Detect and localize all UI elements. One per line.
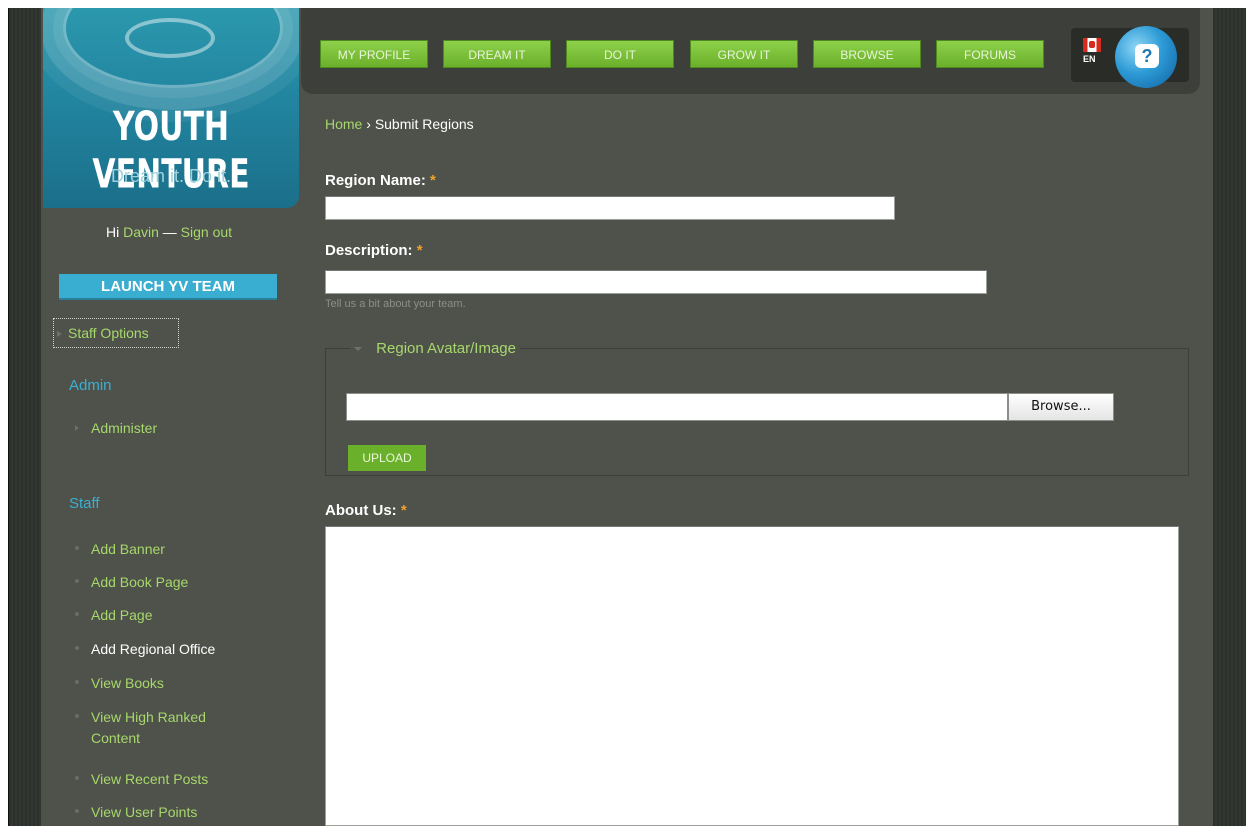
about-us-label-text: About Us: (325, 502, 397, 519)
browse-button[interactable]: Browse... (1008, 393, 1114, 421)
bullet-icon (75, 612, 79, 616)
breadcrumb: Home › Submit Regions (325, 116, 474, 132)
required-mark: * (400, 502, 407, 519)
sidebar-item-view-high-ranked-cont[interactable]: Content (91, 730, 140, 747)
sidebar-item-add-regional-office[interactable]: Add Regional Office (91, 641, 215, 658)
description-input[interactable] (325, 270, 987, 294)
nav-grow-it[interactable]: GROW IT (690, 40, 798, 68)
greeting-separator: — (162, 224, 177, 240)
upload-button[interactable]: UPLOAD (348, 445, 426, 471)
region-name-label: Region Name: * (325, 172, 436, 189)
bullet-icon (75, 579, 79, 583)
bullet-icon (75, 776, 79, 780)
sidebar-item-add-banner[interactable]: Add Banner (91, 541, 165, 558)
description-label: Description: * (325, 242, 423, 259)
globe-help-icon[interactable]: ? (1115, 26, 1177, 88)
required-mark: * (416, 242, 423, 259)
bullet-icon (75, 714, 79, 718)
staff-options-toggle[interactable]: Staff Options (53, 318, 179, 348)
sidebar-item-view-recent-posts[interactable]: View Recent Posts (91, 771, 208, 788)
breadcrumb-home-link[interactable]: Home (325, 116, 362, 132)
expand-triangle-icon (354, 347, 362, 352)
sidebar-item-administer[interactable]: Administer (91, 420, 157, 437)
breadcrumb-current: Submit Regions (374, 116, 474, 132)
staff-options-label: Staff Options (68, 325, 149, 341)
nav-browse[interactable]: BROWSE (813, 40, 921, 68)
bullet-icon (75, 646, 79, 650)
canada-flag-icon[interactable] (1083, 38, 1101, 52)
sidebar-item-add-page[interactable]: Add Page (91, 607, 153, 624)
nav-dream-it[interactable]: DREAM IT (443, 40, 551, 68)
breadcrumb-separator: › (366, 116, 371, 132)
avatar-legend-text: Region Avatar/Image (376, 340, 516, 357)
avatar-legend[interactable]: Region Avatar/Image (350, 340, 520, 357)
about-us-label: About Us: * (325, 502, 407, 519)
avatar-file-input[interactable] (346, 393, 1008, 421)
nav-forums[interactable]: FORUMS (936, 40, 1044, 68)
help-question-icon: ? (1135, 44, 1159, 68)
bullet-icon (75, 809, 79, 813)
nav-do-it[interactable]: DO IT (566, 40, 674, 68)
page-container: YOUTH VENTURE Dream it. Do it. Hi Davin … (41, 8, 1213, 826)
staff-section-title: Staff (69, 495, 100, 512)
sidebar-item-view-high-ranked[interactable]: View High Ranked (91, 709, 206, 726)
collapse-triangle-icon (57, 331, 62, 337)
user-greeting: Hi Davin — Sign out (41, 224, 297, 240)
nav-my-profile[interactable]: MY PROFILE (320, 40, 428, 68)
top-navigation: MY PROFILE DREAM IT DO IT GROW IT BROWSE… (301, 8, 1200, 94)
region-name-input[interactable] (325, 196, 895, 220)
greeting-text: Hi (105, 224, 120, 240)
logo-ripple-center-icon (125, 18, 215, 58)
bullet-icon (75, 680, 79, 684)
bullet-icon (75, 546, 79, 550)
required-mark: * (430, 172, 436, 189)
description-label-text: Description: (325, 242, 413, 259)
username-link[interactable]: Davin (123, 224, 159, 240)
launch-team-button[interactable]: LAUNCH YV TEAM (59, 274, 277, 300)
site-logo[interactable]: YOUTH VENTURE Dream it. Do it. (43, 8, 299, 208)
about-us-textarea[interactable] (325, 526, 1179, 826)
arrow-bullet-icon (75, 425, 79, 431)
region-avatar-fieldset: Region Avatar/Image Browse... UPLOAD (325, 340, 1189, 476)
logo-tagline: Dream it. Do it. (110, 166, 232, 186)
language-code[interactable]: EN (1083, 54, 1096, 64)
sidebar-item-add-book-page[interactable]: Add Book Page (91, 574, 188, 591)
page-frame: YOUTH VENTURE Dream it. Do it. Hi Davin … (8, 8, 1246, 826)
signout-link[interactable]: Sign out (181, 224, 232, 240)
sidebar-item-view-books[interactable]: View Books (91, 675, 164, 692)
language-help-box: EN ? (1071, 26, 1189, 88)
region-name-label-text: Region Name: (325, 172, 426, 189)
sidebar-item-view-user-points[interactable]: View User Points (91, 804, 197, 821)
admin-section-title: Admin (69, 377, 112, 394)
description-help-text: Tell us a bit about your team. (325, 298, 466, 310)
